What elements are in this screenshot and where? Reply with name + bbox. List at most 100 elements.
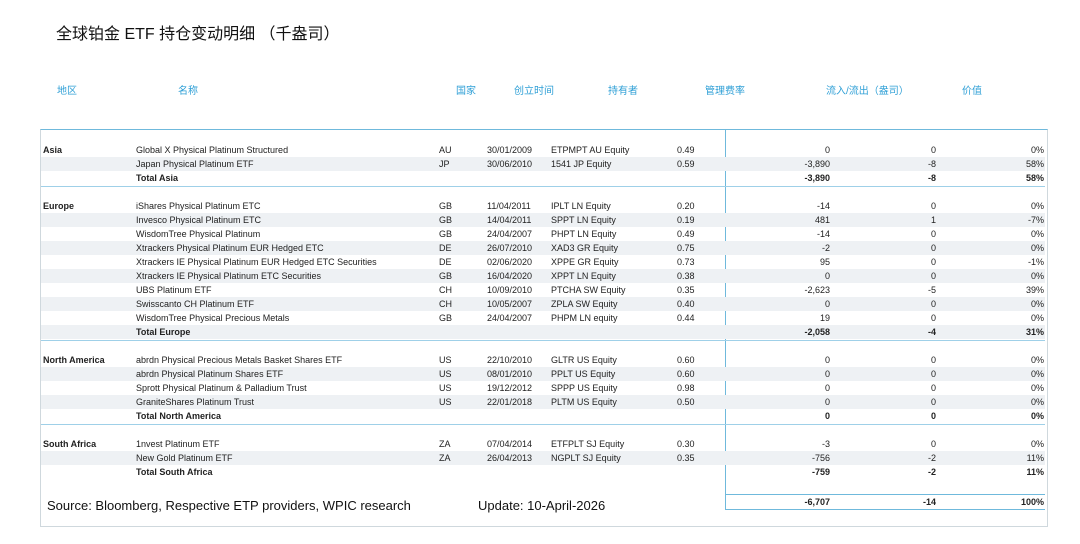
cell-flow: 0 xyxy=(824,411,830,421)
cell-ticker: PHPM LN equity xyxy=(551,313,618,323)
cell-fund-name: Japan Physical Platinum ETF xyxy=(136,159,254,169)
cell-share: 0% xyxy=(1030,411,1044,421)
cell-share: -7% xyxy=(1027,215,1044,225)
cell-change: -4 xyxy=(927,327,936,337)
cell-inception-date: 19/12/2012 xyxy=(487,383,533,393)
cell-fee: 0.60 xyxy=(677,355,695,365)
cell-share: 0% xyxy=(1030,397,1044,407)
cell-inception-date: 10/09/2010 xyxy=(487,285,533,295)
cell-change: 0 xyxy=(930,397,936,407)
cell-change: -2 xyxy=(927,467,936,477)
cell-ticker: ZPLA SW Equity xyxy=(551,299,618,309)
cell-fee: 0.75 xyxy=(677,243,695,253)
cell-ticker: GLTR US Equity xyxy=(551,355,617,365)
cell-share: 31% xyxy=(1025,327,1044,337)
cell-flow: 0 xyxy=(824,271,830,281)
cell-fund-name: Xtrackers IE Physical Platinum ETC Secur… xyxy=(136,271,322,281)
cell-fund-name: Global X Physical Platinum Structured xyxy=(136,145,289,155)
cell-fund-name: Swisscanto CH Platinum ETF xyxy=(136,299,255,309)
cell-flow: 95 xyxy=(819,257,830,267)
cell-ticker: ETPMPT AU Equity xyxy=(551,145,630,155)
cell-country: CH xyxy=(439,299,452,309)
cell-ticker: 1541 JP Equity xyxy=(551,159,612,169)
cell-flow: 0 xyxy=(824,383,830,393)
cell-flow: -2,058 xyxy=(804,327,830,337)
column-header-region: 地区 xyxy=(57,86,77,97)
cell-region: Europe xyxy=(43,201,75,211)
cell-share: 0% xyxy=(1030,355,1044,365)
cell-fund-name: Sprott Physical Platinum & Palladium Tru… xyxy=(136,383,307,393)
table-row: abrdn Physical Platinum Shares ETF US 08/0… xyxy=(41,367,1045,381)
cell-change: 1 xyxy=(930,215,936,225)
cell-inception-date: 22/01/2018 xyxy=(487,397,533,407)
cell-share: 0% xyxy=(1030,313,1044,323)
cell-flow: -3,890 xyxy=(804,159,830,169)
cell-flow: 19 xyxy=(819,313,830,323)
cell-flow: -3 xyxy=(821,439,830,449)
cell-flow: -759 xyxy=(811,467,830,477)
table-row: Asia Global X Physical Platinum Structure… xyxy=(41,143,1045,157)
cell-ticker: XPPE GR Equity xyxy=(551,257,619,267)
cell-share: 0% xyxy=(1030,439,1044,449)
cell-change: 0 xyxy=(930,355,936,365)
cell-fee: 0.50 xyxy=(677,397,695,407)
cell-flow: -3,890 xyxy=(804,173,830,183)
cell-inception-date: 30/01/2009 xyxy=(487,145,533,155)
cell-ticker: PLTM US Equity xyxy=(551,397,617,407)
cell-fee: 0.49 xyxy=(677,145,695,155)
cell-share: 58% xyxy=(1025,159,1044,169)
cell-country: GB xyxy=(439,215,453,225)
cell-inception-date: 30/06/2010 xyxy=(487,159,533,169)
cell-fee: 0.38 xyxy=(677,271,695,281)
column-header-holder: 持有者 xyxy=(608,86,638,97)
cell-fund-name: GraniteShares Platinum Trust xyxy=(136,397,255,407)
table-row: WisdomTree Physical Precious Metals GB 24/… xyxy=(41,311,1045,325)
cell-ticker: PHPT LN Equity xyxy=(551,229,617,239)
cell-inception-date: 22/10/2010 xyxy=(487,355,533,365)
cell-share: 58% xyxy=(1025,173,1044,183)
cell-fund-name: Invesco Physical Platinum ETC xyxy=(136,215,262,225)
cell-fee: 0.59 xyxy=(677,159,695,169)
cell-country: AU xyxy=(439,145,452,155)
cell-share: 11% xyxy=(1026,467,1044,477)
cell-change: 0 xyxy=(930,439,936,449)
cell-flow: 0 xyxy=(824,397,830,407)
column-header-country: 国家 xyxy=(456,86,476,97)
table-row: Xtrackers Physical Platinum EUR Hedged E… xyxy=(41,241,1045,255)
cell-inception-date: 16/04/2020 xyxy=(487,271,533,281)
cell-change: 0 xyxy=(930,243,936,253)
cell-country: ZA xyxy=(439,453,451,463)
column-header-name: 名称 xyxy=(178,86,198,97)
cell-ticker: ETFPLT SJ Equity xyxy=(551,439,625,449)
cell-share: 0% xyxy=(1030,383,1044,393)
column-header-value: 价值 xyxy=(962,86,982,97)
page-title: 全球铂金 ETF 持仓变动明细 （千盎司） xyxy=(56,26,340,43)
cell-flow: 0 xyxy=(824,299,830,309)
cell-region: North America xyxy=(43,355,105,365)
cell-ticker: NGPLT SJ Equity xyxy=(551,453,621,463)
table-row: South Africa 1nvest Platinum ETF ZA 07/04/2… xyxy=(41,437,1045,451)
cell-country: DE xyxy=(439,257,452,267)
table-row: WisdomTree Physical Platinum GB 24/04/2007… xyxy=(41,227,1045,241)
table-row: New Gold Platinum ETF ZA 26/04/2013 NGPLT S… xyxy=(41,451,1045,465)
cell-fund-name: abrdn Physical Platinum Shares ETF xyxy=(136,369,284,379)
cell-share: 0% xyxy=(1030,229,1044,239)
cell-share: 0% xyxy=(1030,243,1044,253)
cell-fund-name: iShares Physical Platinum ETC xyxy=(136,201,261,211)
section-divider xyxy=(41,186,1045,187)
cell-fee: 0.35 xyxy=(677,453,695,463)
cell-fee: 0.60 xyxy=(677,369,695,379)
cell-fee: 0.30 xyxy=(677,439,695,449)
grand-total-share: 100% xyxy=(1020,497,1044,507)
cell-change: 0 xyxy=(930,383,936,393)
cell-fund-name: Xtrackers Physical Platinum EUR Hedged E… xyxy=(136,243,324,253)
cell-change: -8 xyxy=(927,173,936,183)
cell-country: GB xyxy=(439,201,453,211)
cell-inception-date: 24/04/2007 xyxy=(487,313,533,323)
cell-flow: -14 xyxy=(816,201,830,211)
column-header-fee: 管理费率 xyxy=(705,86,745,97)
cell-share: -1% xyxy=(1027,257,1044,267)
cell-fee: 0.20 xyxy=(677,201,695,211)
cell-region: Asia xyxy=(43,145,63,155)
cell-fund-name: Total Europe xyxy=(136,327,191,337)
